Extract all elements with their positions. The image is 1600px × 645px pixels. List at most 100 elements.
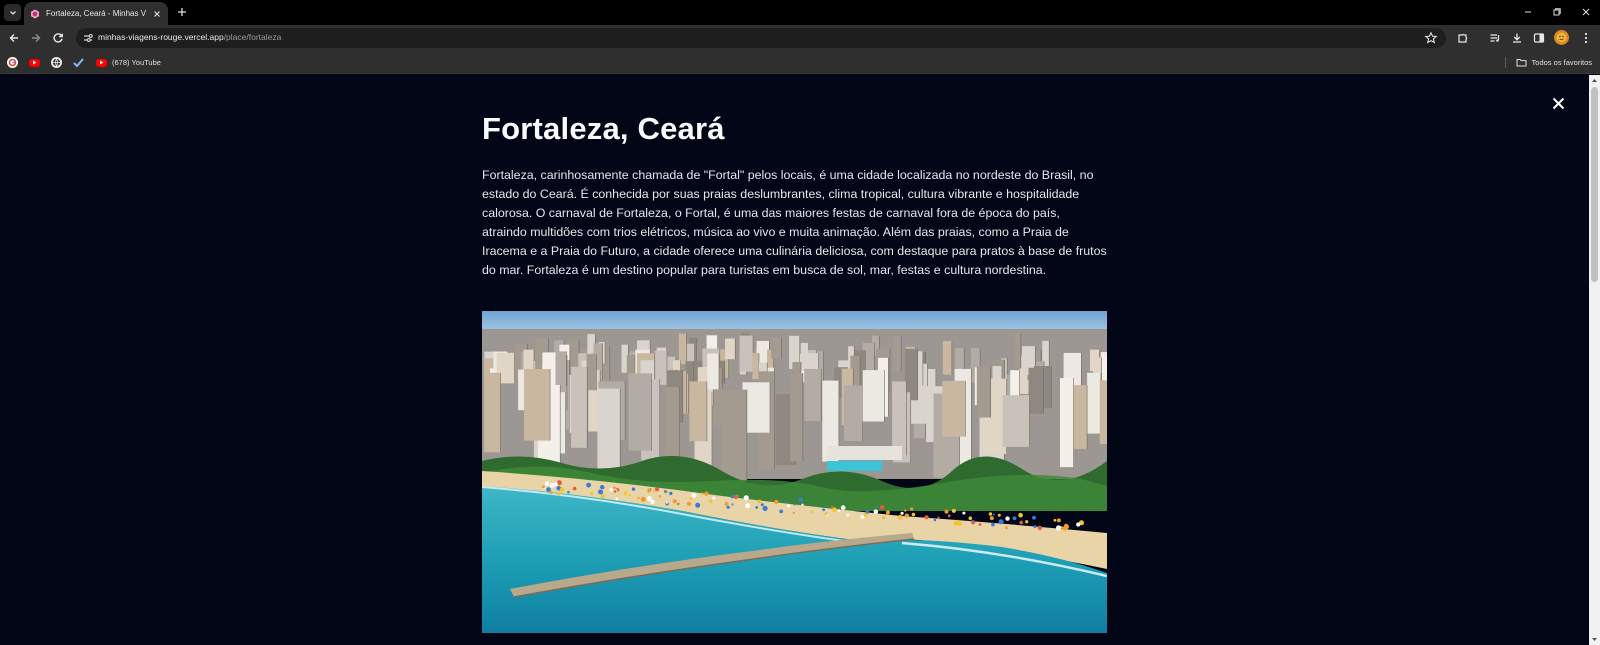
umbrella — [1056, 518, 1061, 523]
umbrella — [962, 511, 966, 515]
forward-button[interactable] — [28, 30, 44, 46]
side-panel-button[interactable] — [1531, 30, 1547, 46]
address-bar[interactable]: minhas-viagens-rouge.vercel.app/place/fo… — [76, 28, 1446, 48]
umbrella — [600, 485, 605, 490]
page-title: Fortaleza, Ceará — [482, 111, 725, 146]
place-description: Fortaleza, carinhosamente chamada de "Fo… — [482, 168, 1107, 277]
umbrella — [1025, 520, 1029, 524]
browser-toolbar: minhas-viagens-rouge.vercel.app/place/fo… — [0, 25, 1600, 51]
scrollbar-thumb[interactable] — [1591, 87, 1598, 282]
building — [725, 338, 736, 360]
umbrella — [567, 490, 570, 494]
media-control-button[interactable] — [1487, 30, 1503, 46]
umbrella — [933, 518, 937, 522]
close-icon — [1582, 8, 1590, 16]
download-icon — [1513, 33, 1521, 43]
window-close-button[interactable] — [1578, 5, 1594, 19]
star-icon[interactable] — [1424, 31, 1438, 45]
umbrella — [991, 522, 995, 527]
bookmark-youtube[interactable]: (678) YouTube — [96, 56, 161, 69]
google-icon — [7, 57, 18, 68]
umbrella — [695, 502, 701, 508]
umbrella — [998, 519, 1004, 525]
umbrella — [600, 494, 605, 499]
active-tab[interactable]: Fortaleza, Ceará - Minhas Viage — [24, 2, 168, 25]
umbrella — [1005, 516, 1010, 521]
umbrella — [1032, 515, 1036, 520]
close-icon — [1552, 97, 1564, 109]
umbrella — [1012, 516, 1017, 521]
umbrella — [541, 485, 545, 489]
restore-button[interactable] — [1549, 5, 1565, 19]
arrow-right-icon — [32, 34, 41, 42]
umbrella — [677, 502, 680, 506]
umbrella — [971, 519, 974, 523]
umbrella — [669, 491, 673, 496]
building — [1060, 378, 1074, 468]
reload-button[interactable] — [50, 30, 66, 46]
umbrella — [793, 503, 796, 506]
building — [976, 366, 991, 418]
umbrella — [700, 492, 704, 496]
umbrella — [762, 505, 768, 511]
bookmark-google[interactable] — [7, 56, 18, 69]
umbrella — [647, 488, 651, 493]
bookmark-youtube-1[interactable] — [29, 56, 40, 69]
umbrella — [691, 493, 697, 498]
building — [586, 354, 597, 391]
youtube-icon — [29, 58, 40, 67]
umbrella — [1018, 512, 1023, 518]
umbrella — [724, 502, 729, 506]
umbrella — [1064, 523, 1068, 528]
umbrella — [755, 506, 759, 509]
page-scrollbar[interactable] — [1589, 75, 1600, 645]
umbrella — [672, 499, 677, 504]
building — [707, 353, 719, 390]
umbrella — [1056, 525, 1062, 531]
new-tab-button[interactable] — [175, 5, 189, 19]
all-bookmarks-folder[interactable]: Todos os favoritos — [1516, 56, 1592, 69]
umbrella — [1005, 526, 1008, 530]
site-info-icon[interactable] — [82, 32, 94, 44]
umbrella — [910, 507, 914, 511]
building — [892, 335, 902, 371]
back-button[interactable] — [6, 30, 22, 46]
umbrella — [615, 497, 619, 501]
umbrella — [628, 493, 631, 497]
umbrella — [658, 495, 662, 498]
profile-icon — [1556, 32, 1567, 43]
umbrella — [726, 505, 730, 509]
url-text: minhas-viagens-rouge.vercel.app/place/fo… — [98, 32, 281, 42]
chevron-down-icon — [9, 10, 16, 15]
downloads-button[interactable] — [1509, 30, 1525, 46]
tab-close-button[interactable] — [152, 9, 162, 19]
profile-avatar[interactable] — [1554, 30, 1569, 45]
restore-icon — [1553, 8, 1561, 16]
umbrella — [613, 486, 616, 489]
minimize-button[interactable] — [1520, 5, 1536, 19]
umbrella — [687, 501, 692, 506]
building — [1013, 333, 1021, 369]
place-article: Fortaleza, Ceará Fortaleza, carinhosamen… — [482, 110, 1108, 280]
bookmark-globe[interactable] — [51, 56, 62, 69]
close-button[interactable] — [1550, 95, 1566, 111]
umbrella — [779, 509, 784, 514]
umbrella — [997, 513, 1001, 517]
umbrella — [557, 491, 561, 496]
tab-strip: Fortaleza, Ceará - Minhas Viage — [0, 0, 1600, 25]
pool — [827, 461, 882, 471]
browser-menu-button[interactable] — [1578, 30, 1594, 46]
building — [678, 333, 687, 365]
umbrella — [647, 491, 650, 495]
bookmark-check[interactable] — [73, 56, 84, 69]
umbrella — [664, 490, 667, 493]
folder-icon — [1516, 59, 1527, 67]
url-host: minhas-viagens-rouge.vercel.app — [98, 32, 224, 42]
umbrella — [937, 516, 940, 519]
building — [862, 370, 885, 422]
scroll-up-arrow-icon[interactable] — [1591, 77, 1598, 84]
building — [571, 366, 588, 448]
extensions-button[interactable] — [1455, 30, 1471, 46]
tab-list-button[interactable] — [4, 4, 21, 21]
scroll-down-arrow-icon[interactable] — [1591, 636, 1598, 643]
